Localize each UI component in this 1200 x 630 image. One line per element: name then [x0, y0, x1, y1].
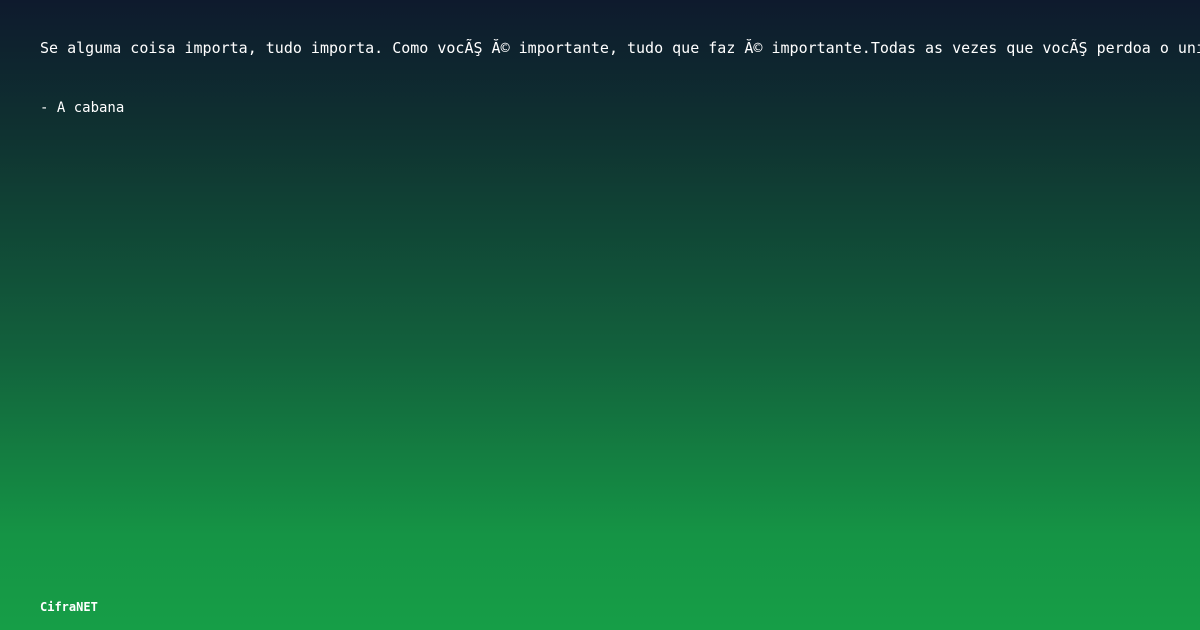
- quote-author: - A cabana: [40, 100, 125, 116]
- quote-text: Se alguma coisa importa, tudo importa. C…: [40, 39, 1200, 57]
- brand-logo-text: CifraNET: [40, 600, 98, 614]
- share-card: Se alguma coisa importa, tudo importa. C…: [0, 0, 1200, 630]
